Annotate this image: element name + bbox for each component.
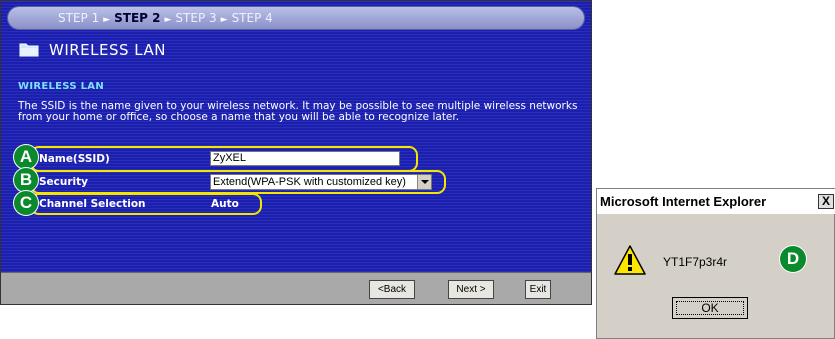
folder-icon bbox=[19, 42, 39, 57]
button-bar bbox=[1, 272, 591, 304]
warning-icon bbox=[613, 244, 647, 280]
dialog-titlebar: Microsoft Internet Explorer X bbox=[597, 189, 835, 214]
close-icon[interactable]: X bbox=[818, 194, 834, 209]
callout-b: B bbox=[14, 168, 38, 192]
highlight-security bbox=[30, 170, 446, 194]
callout-a: A bbox=[14, 145, 38, 169]
highlight-channel bbox=[30, 193, 262, 215]
step-1: STEP 1 bbox=[58, 11, 100, 25]
callout-d: D bbox=[780, 246, 806, 272]
alert-dialog: Microsoft Internet Explorer X YT1F7p3r4r… bbox=[596, 188, 835, 339]
step-arrow-icon: ► bbox=[220, 15, 228, 25]
next-button[interactable]: Next > bbox=[448, 280, 494, 299]
dialog-message: YT1F7p3r4r bbox=[663, 255, 728, 269]
section-title: WIRELESS LAN bbox=[18, 81, 105, 92]
section-description: The SSID is the name given to your wirel… bbox=[18, 100, 578, 123]
dialog-title: Microsoft Internet Explorer bbox=[600, 194, 767, 209]
highlight-ssid bbox=[30, 146, 418, 172]
step-2: STEP 2 bbox=[114, 11, 161, 25]
page-title: WIRELESS LAN bbox=[49, 41, 166, 59]
exit-button[interactable]: Exit bbox=[525, 280, 551, 299]
page-header: WIRELESS LAN bbox=[19, 41, 166, 59]
step-arrow-icon: ► bbox=[103, 15, 111, 25]
ok-button[interactable]: OK bbox=[672, 297, 748, 319]
step-arrow-icon: ► bbox=[164, 15, 172, 25]
step-indicator: STEP 1 ► STEP 2 ► STEP 3 ► STEP 4 bbox=[7, 6, 585, 30]
back-button[interactable]: <Back bbox=[369, 280, 415, 299]
step-4: STEP 4 bbox=[231, 11, 273, 25]
callout-c: C bbox=[14, 191, 38, 215]
step-3: STEP 3 bbox=[175, 11, 217, 25]
